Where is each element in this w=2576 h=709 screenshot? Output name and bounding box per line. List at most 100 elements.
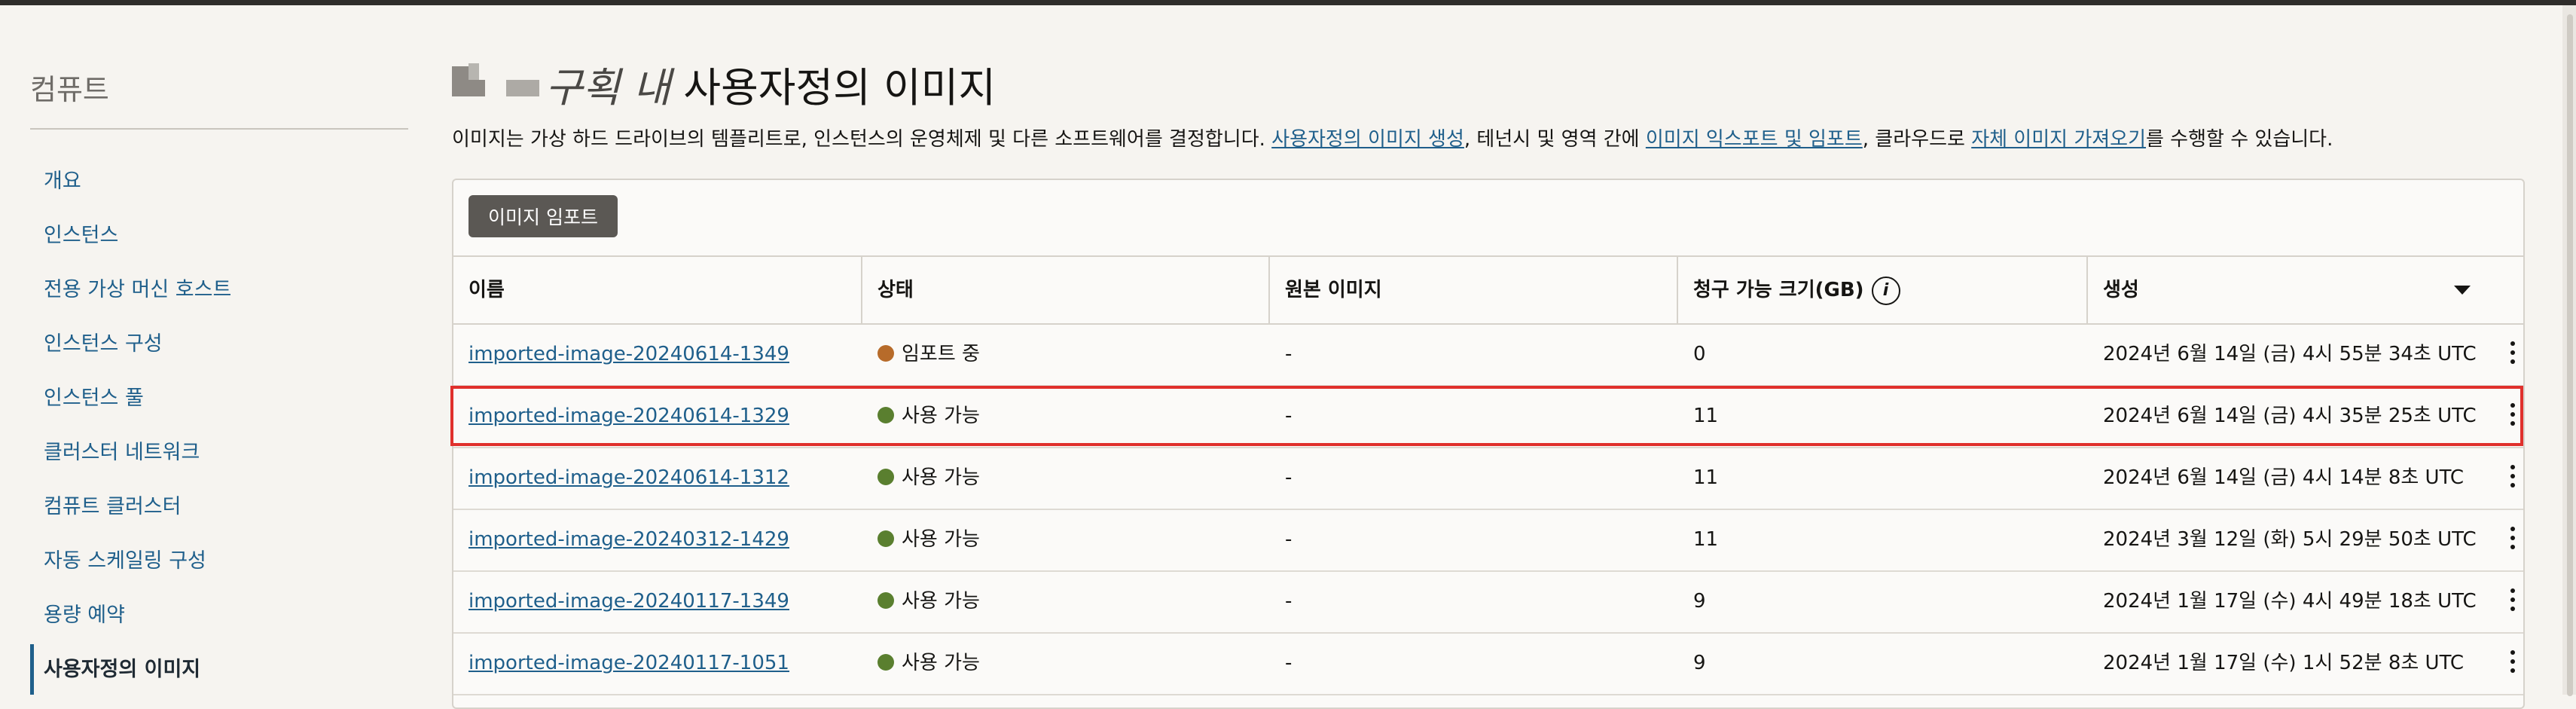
column-header-source-image[interactable]: 원본 이미지 [1285, 257, 1382, 323]
images-table-panel: 이미지 임포트 이름 상태 원본 이미지 청구 가능 크기(GB) i 생성 im… [450, 179, 2525, 709]
sidebar-item-compute-clusters[interactable]: 컴퓨트 클러스터 [44, 490, 181, 519]
status-label: 사용 가능 [902, 528, 980, 551]
image-name-link[interactable]: imported-image-20240117-1051 [469, 652, 789, 674]
cell-created: 2024년 3월 12일 (화) 5시 29분 50초 UTC [2103, 528, 2477, 551]
cell-state: 사용 가능 [877, 570, 980, 632]
cell-created: 2024년 1월 17일 (수) 4시 49분 18초 UTC [2103, 590, 2477, 613]
actions-menu-icon[interactable] [2510, 650, 2516, 677]
status-label: 임포트 중 [902, 343, 980, 365]
sidebar-item-instances[interactable]: 인스턴스 [44, 219, 118, 248]
actions-menu-icon[interactable] [2510, 403, 2516, 430]
cell-name: imported-image-20240614-1329 [469, 385, 789, 447]
column-header-billable-size[interactable]: 청구 가능 크기(GB) i [1693, 257, 1900, 323]
image-name-link[interactable]: imported-image-20240614-1329 [469, 405, 789, 427]
cell-name: imported-image-20240614-1312 [469, 447, 789, 509]
create-custom-image-link[interactable]: 사용자정의 이미지 생성 [1271, 128, 1464, 151]
cell-source-image: - [1285, 343, 1293, 365]
info-icon[interactable]: i [1871, 276, 1900, 305]
sidebar-item-dedicated-vm-hosts[interactable]: 전용 가상 머신 호스트 [44, 273, 231, 302]
page-title: 구획 내 사용자정의 이미지 [545, 54, 996, 114]
column-header-name[interactable]: 이름 [469, 257, 505, 323]
table-row: imported-image-20240117-1051 사용 가능 - 9 2024년… [453, 632, 2523, 695]
status-dot-icon [877, 653, 894, 671]
sidebar-item-instance-configurations[interactable]: 인스턴스 구성 [44, 327, 163, 356]
description-text: , 테넌시 및 영역 간에 [1463, 128, 1646, 151]
page-title-compartment: 구획 내 [545, 64, 671, 112]
column-divider [2086, 257, 2088, 323]
cell-state: 사용 가능 [877, 632, 980, 694]
status-dot-icon [877, 530, 894, 547]
cell-billable-size: 0 [1693, 343, 1706, 365]
import-image-button[interactable]: 이미지 임포트 [469, 195, 618, 237]
page-title-text: 사용자정의 이미지 [683, 64, 996, 112]
cell-name: imported-image-20240614-1349 [469, 323, 789, 385]
cell-source-image: - [1285, 652, 1293, 674]
table-row: imported-image-20240117-1349 사용 가능 - 9 2024년… [453, 570, 2523, 634]
cell-name: imported-image-20240117-1349 [469, 570, 789, 632]
cell-name: imported-image-20240312-1429 [469, 509, 789, 570]
status-dot-icon [877, 591, 894, 609]
cell-created: 2024년 6월 14일 (금) 4시 14분 8초 UTC [2103, 466, 2465, 489]
cell-state: 임포트 중 [877, 323, 980, 385]
table-header: 이름 상태 원본 이미지 청구 가능 크기(GB) i 생성 [453, 255, 2523, 325]
cell-state: 사용 가능 [877, 509, 980, 570]
sidebar-item-overview[interactable]: 개요 [44, 164, 81, 194]
table-row: imported-image-20240614-1349 임포트 중 - 0 2024년… [453, 323, 2523, 387]
cell-source-image: - [1285, 528, 1293, 551]
compartment-name-redacted [452, 63, 541, 96]
description-text: 이미지는 가상 하드 드라이브의 템플리트로, 인스턴스의 운영체제 및 다른 … [452, 128, 1272, 151]
sidebar-divider [30, 128, 408, 130]
column-divider [1268, 257, 1270, 323]
sidebar: 컴퓨트 개요 인스턴스 전용 가상 머신 호스트 인스턴스 구성 인스턴스 풀 … [30, 0, 408, 695]
sidebar-item-instance-pools[interactable]: 인스턴스 풀 [44, 381, 144, 411]
cell-source-image: - [1285, 590, 1293, 613]
table-row: imported-image-20240614-1312 사용 가능 - 11 2024… [453, 447, 2523, 510]
cell-created: 2024년 6월 14일 (금) 4시 55분 34초 UTC [2103, 343, 2477, 365]
cell-source-image: - [1285, 466, 1293, 489]
status-dot-icon [877, 468, 894, 485]
sidebar-title: 컴퓨트 [30, 73, 109, 106]
cell-billable-size: 11 [1693, 466, 1719, 489]
column-header-state[interactable]: 상태 [877, 257, 914, 323]
actions-menu-icon[interactable] [2510, 527, 2516, 554]
column-header-created[interactable]: 생성 [2103, 257, 2139, 323]
status-dot-icon [877, 344, 894, 362]
scrollbar-thumb[interactable] [2567, 14, 2573, 696]
sidebar-item-custom-images[interactable]: 사용자정의 이미지 [44, 652, 200, 682]
main-content: 구획 내 사용자정의 이미지 이미지는 가상 하드 드라이브의 템플리트로, 인… [450, 0, 2525, 709]
image-name-link[interactable]: imported-image-20240614-1349 [469, 343, 789, 365]
actions-menu-icon[interactable] [2510, 465, 2516, 492]
status-label: 사용 가능 [902, 652, 980, 674]
sort-descending-icon[interactable] [2454, 286, 2471, 295]
status-dot-icon [877, 406, 894, 423]
cell-name: imported-image-20240117-1051 [469, 632, 789, 694]
table-row: imported-image-20240312-1429 사용 가능 - 11 2024… [453, 509, 2523, 572]
sidebar-item-capacity-reservations[interactable]: 용량 예약 [44, 598, 125, 628]
bring-your-own-image-link[interactable]: 자체 이미지 가져오기 [1971, 128, 2146, 151]
image-name-link[interactable]: imported-image-20240614-1312 [469, 466, 789, 489]
sidebar-item-cluster-networks[interactable]: 클러스터 네트워크 [44, 435, 200, 465]
cell-source-image: - [1285, 405, 1293, 427]
sidebar-item-autoscaling-configurations[interactable]: 자동 스케일링 구성 [44, 544, 206, 573]
cell-created: 2024년 6월 14일 (금) 4시 35분 25초 UTC [2103, 405, 2477, 427]
active-indicator [30, 644, 34, 695]
image-name-link[interactable]: imported-image-20240117-1349 [469, 590, 789, 613]
status-label: 사용 가능 [902, 590, 980, 613]
image-name-link[interactable]: imported-image-20240312-1429 [469, 528, 789, 551]
cell-billable-size: 9 [1693, 590, 1706, 613]
table-row: imported-image-20240614-1329 사용 가능 - 11 2024… [453, 385, 2523, 448]
cell-state: 사용 가능 [877, 385, 980, 447]
actions-menu-icon[interactable] [2510, 588, 2516, 616]
column-divider [861, 257, 862, 323]
cell-billable-size: 11 [1693, 405, 1719, 427]
page-description: 이미지는 가상 하드 드라이브의 템플리트로, 인스턴스의 운영체제 및 다른 … [452, 124, 2333, 151]
description-text: 를 수행할 수 있습니다. [2146, 128, 2333, 151]
cell-billable-size: 11 [1693, 528, 1719, 551]
cell-billable-size: 9 [1693, 652, 1706, 674]
vertical-scrollbar[interactable] [2562, 5, 2576, 696]
description-text: , 클라우드로 [1862, 128, 1972, 151]
actions-menu-icon[interactable] [2510, 341, 2516, 368]
column-divider [1677, 257, 1678, 323]
status-label: 사용 가능 [902, 405, 980, 427]
export-import-link[interactable]: 이미지 익스포트 및 임포트 [1646, 128, 1863, 151]
